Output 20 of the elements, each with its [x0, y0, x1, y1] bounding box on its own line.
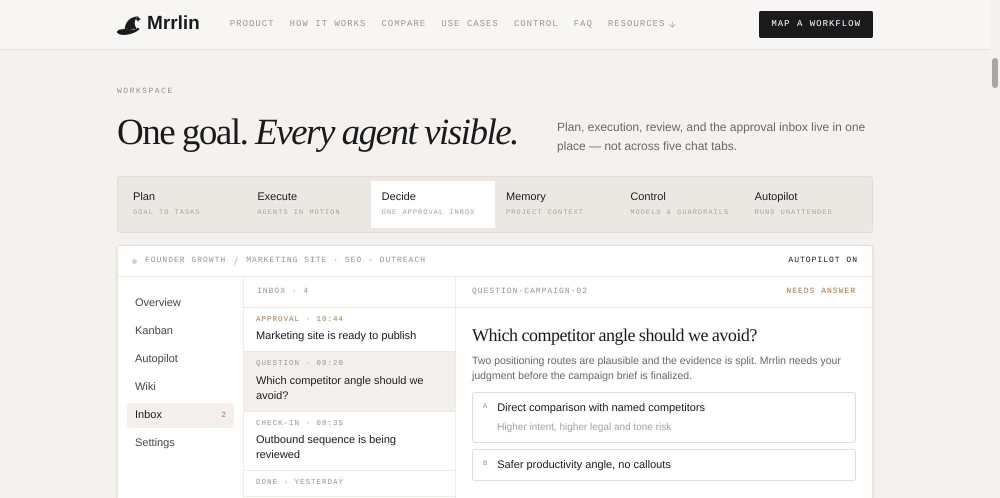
sidebar-item[interactable]: Overview — [127, 291, 234, 316]
sidebar-item[interactable]: Wiki — [127, 375, 234, 400]
section-intro: Plan, execution, review, and the approval inbox live in one place — not across five chat tabs. — [557, 119, 866, 155]
map-workflow-button[interactable]: MAP A WORKFLOW — [759, 11, 873, 38]
autopilot-status: AUTOPILOT ON — [788, 255, 858, 267]
sidebar-item[interactable]: Kanban — [127, 319, 234, 344]
section-headline: One goal. Every agent visible. — [117, 111, 518, 155]
section-eyebrow: WORKSPACE — [117, 86, 175, 98]
sidebar-item[interactable]: Autopilot — [127, 347, 234, 372]
needs-answer-label: NEEDS ANSWER — [786, 286, 856, 298]
question-body: Two positioning routes are plausible and the evidence is split. Mrrlin needs your judgment before the campaign brief is finalized. — [472, 354, 842, 384]
question-title: Which competitor angle should we avoid? — [472, 324, 758, 346]
sidebar-item[interactable]: Settings — [127, 431, 234, 456]
brand-logo-text[interactable]: Mrrlin — [147, 10, 200, 39]
question-id: QUESTION-CAMPAIGN-02 — [472, 286, 588, 298]
sidebar-item[interactable]: Inbox 2 — [127, 403, 234, 428]
unread-count: 2 — [221, 410, 226, 422]
wizard-hat-icon — [117, 14, 143, 34]
inbox-header: INBOX · 4 — [257, 286, 310, 298]
slash-separator-icon — [234, 257, 238, 265]
